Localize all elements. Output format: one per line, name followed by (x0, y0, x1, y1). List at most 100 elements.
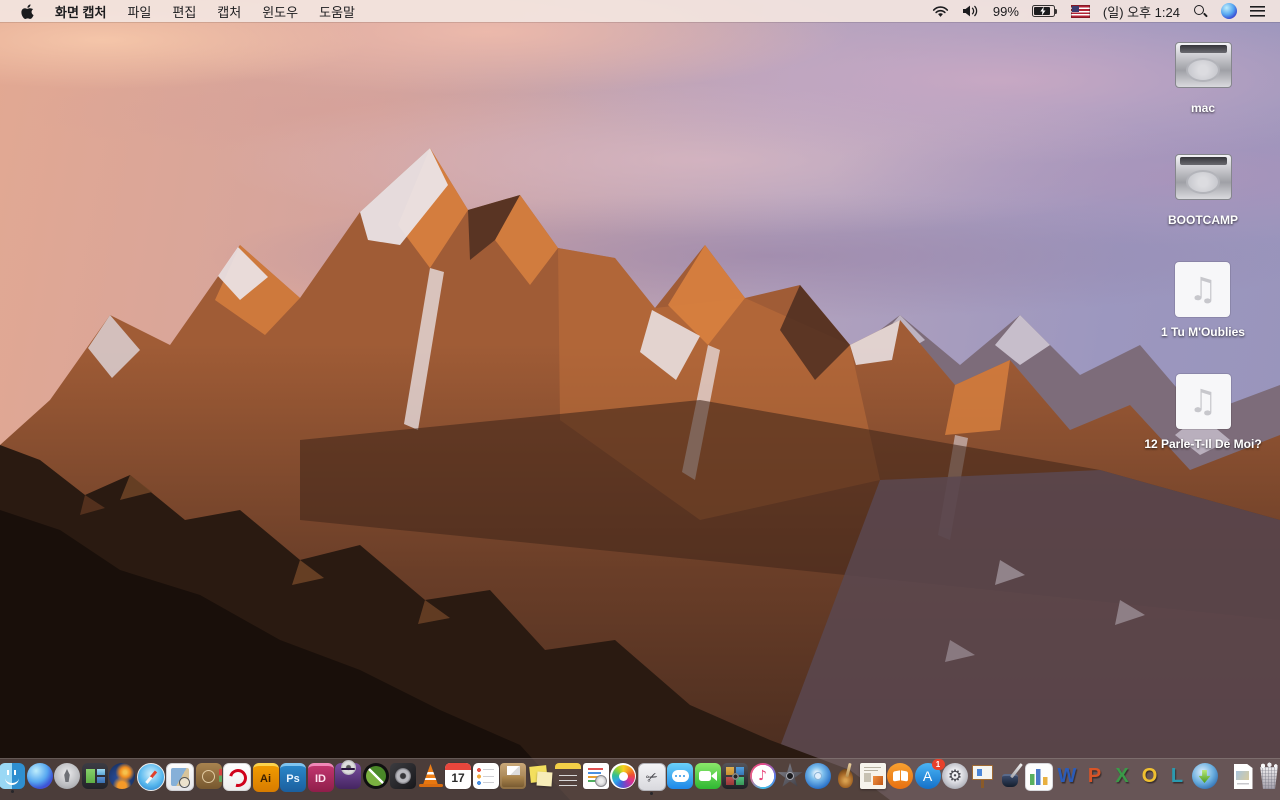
dock-item-photo-booth[interactable] (722, 763, 748, 793)
microsoft-powerpoint-icon: P (1087, 765, 1102, 787)
unarchiver-icon (500, 763, 526, 789)
ibooks-icon (887, 763, 913, 789)
dock-item-microsoft-powerpoint[interactable]: P (1082, 763, 1108, 793)
dock-item-microsoft-lync[interactable]: L (1164, 763, 1190, 793)
disk-utility-app-icon (390, 763, 416, 789)
messages-icon (667, 763, 693, 789)
dock-item-stickies[interactable] (528, 763, 554, 793)
dock-item-facetime[interactable] (694, 763, 721, 793)
dock-item-safari[interactable] (136, 763, 165, 795)
dock-item-installer-document-app[interactable] (582, 763, 609, 793)
siri-icon[interactable] (1221, 3, 1237, 19)
dock-item-reminders[interactable] (472, 763, 499, 793)
menu-edit[interactable]: 편집 (172, 2, 196, 21)
dock: Ai Ps ID 17 ✂ ♪ A 1 ⚙ W P X O L (0, 758, 1280, 800)
battery-charging-icon[interactable] (1031, 5, 1057, 17)
audio-file-icon: ♫ (1175, 258, 1231, 320)
dock-item-vlc[interactable] (418, 763, 444, 793)
adobe-illustrator-icon: Ai (252, 763, 279, 792)
dock-item-microsoft-excel[interactable]: X (1109, 763, 1135, 793)
dock-item-siri[interactable] (26, 763, 53, 793)
toast-titanium-icon (335, 760, 361, 789)
dock-item-keynote[interactable] (970, 763, 996, 793)
dock-item-adobe-indesign[interactable]: ID (307, 763, 334, 796)
finder-icon (0, 763, 25, 789)
dock-item-photos[interactable] (610, 763, 636, 793)
menu-bar-clock[interactable]: (일) 오후 1:24 (1103, 2, 1180, 21)
desktop-icon[interactable]: BOOTCAMP (1168, 146, 1238, 248)
dock-item-notes[interactable] (555, 763, 581, 799)
dock-item-ibooks[interactable] (887, 763, 913, 793)
microsoft-lync-icon: L (1170, 765, 1184, 787)
installer-document-app-icon (582, 763, 609, 789)
notification-center-icon[interactable] (1250, 5, 1265, 17)
app-menu-title[interactable]: 화면 캡처 (55, 2, 106, 21)
dock-item-idvd[interactable] (804, 763, 831, 793)
dock-item-xee-image-viewer[interactable] (362, 763, 389, 793)
image-document-file-icon (1233, 764, 1253, 789)
desktop[interactable]: 화면 캡처 파일 편집 캡처 윈도우 도움말 99% (일) 오후 1:24 m… (0, 0, 1280, 800)
microsoft-excel-icon: X (1115, 765, 1129, 787)
dock-item-trash-full[interactable] (1257, 762, 1280, 793)
dock-item-pages[interactable] (997, 763, 1023, 793)
imovie-icon (777, 763, 803, 787)
photo-booth-icon (722, 763, 748, 789)
vlc-icon (418, 763, 444, 789)
dock-item-app-store[interactable]: A1 (914, 759, 945, 793)
dock-item-microsoft-word[interactable]: W (1054, 763, 1080, 793)
grab-screen-capture-icon: ✂ (637, 763, 666, 791)
dock-item-adobe-illustrator[interactable]: Ai (252, 763, 279, 796)
dock-item-launchpad[interactable] (54, 763, 80, 793)
spotlight-search-icon[interactable] (1193, 4, 1208, 19)
mission-control-icon (81, 763, 108, 789)
dock-item-toast-titanium[interactable] (335, 760, 361, 793)
dock-item-system-preferences[interactable]: ⚙ (942, 763, 968, 793)
desktop-icon[interactable]: ♫ 1 Tu M'Oublies (1161, 258, 1245, 360)
adobe-indesign-icon: ID (307, 763, 334, 792)
firefox-icon (109, 763, 135, 789)
idvd-icon (804, 763, 831, 789)
input-source-flag-icon[interactable] (1070, 4, 1090, 18)
running-indicator (650, 792, 653, 795)
dock-item-scrapbook-collage-app[interactable] (859, 763, 886, 793)
volume-icon[interactable] (962, 5, 980, 17)
dock-item-messages[interactable] (667, 763, 693, 793)
dock-item-firefox[interactable] (109, 763, 135, 793)
trash-full-icon (1257, 762, 1280, 789)
dock-item-numbers[interactable] (1024, 763, 1053, 795)
menu-help[interactable]: 도움말 (319, 2, 355, 21)
hard-drive-icon (1174, 146, 1232, 208)
dock-item-microsoft-outlook[interactable]: O (1137, 763, 1163, 793)
dock-item-preview[interactable] (166, 763, 194, 795)
dock-item-image-document-file[interactable] (1231, 763, 1256, 793)
dock-item-adobe-photoshop[interactable]: Ps (280, 763, 306, 796)
dock-item-itunes[interactable]: ♪ (749, 763, 776, 793)
menu-file[interactable]: 파일 (127, 2, 151, 21)
dock-item-acrobat-reader[interactable] (223, 763, 251, 795)
dock-item-disk-utility-app[interactable] (390, 763, 416, 793)
menu-capture[interactable]: 캡처 (217, 2, 241, 21)
desktop-icon[interactable]: ♫ 12 Parle-T-Il De Moi? (1144, 370, 1262, 472)
dock-item-mission-control[interactable] (81, 763, 108, 793)
desktop-icon-label: 12 Parle-T-Il De Moi? (1144, 437, 1262, 451)
menu-window[interactable]: 윈도우 (262, 2, 298, 21)
charging-bolt-icon (1040, 6, 1046, 16)
hard-drive-icon (1174, 34, 1232, 96)
dock-item-download-manager[interactable] (1191, 763, 1218, 793)
numbers-icon (1024, 763, 1053, 791)
dock-item-grab-screen-capture[interactable]: ✂ (637, 763, 666, 795)
dock-item-finder[interactable] (0, 763, 25, 793)
dock-item-calendar[interactable]: 17 (445, 763, 471, 793)
apple-menu[interactable] (21, 3, 34, 19)
desktop-icon[interactable]: mac (1174, 34, 1232, 136)
scrapbook-collage-app-icon (859, 763, 886, 789)
wifi-icon[interactable] (932, 5, 949, 18)
facetime-icon (694, 763, 721, 789)
running-indicator (10, 790, 14, 793)
reminders-icon (472, 763, 499, 789)
dock-item-garageband[interactable] (832, 763, 858, 793)
dock-item-leather-book-organizer[interactable] (195, 763, 222, 793)
dock-item-unarchiver[interactable] (500, 763, 526, 793)
desktop-icon-label: mac (1190, 101, 1216, 115)
dock-item-imovie[interactable] (777, 763, 803, 793)
